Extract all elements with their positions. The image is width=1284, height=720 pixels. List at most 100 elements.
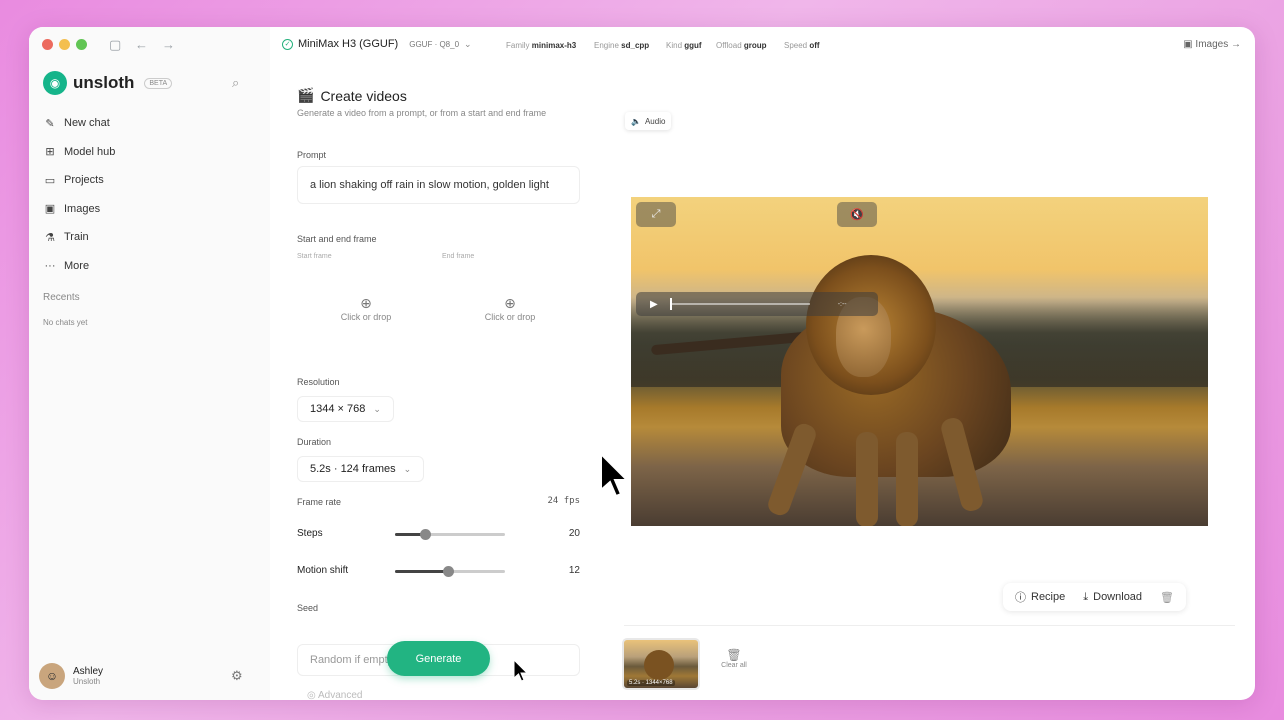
advanced-toggle[interactable]: ◎ Advanced [307,690,362,700]
beta-badge: BETA [144,77,173,89]
model-selector[interactable]: ✓ MiniMax H3 (GGUF) GGUF · Q8_0 ⌄ [282,38,472,50]
lion-leg [896,432,918,526]
sidebar-item-projects[interactable]: ▭ Projects [44,166,254,195]
sidebar-item-new-chat[interactable]: ✎ New chat [44,109,254,138]
sidebar-item-model-hub[interactable]: ⊞ Model hub [44,138,254,167]
check-circle-icon: ✓ [282,38,293,50]
meta-family: Family minimax-h3 [506,41,577,50]
download-button[interactable]: ⤓ Download [1083,591,1142,604]
sidebar: ▢ ← → ◉ unsloth BETA ⌕ ✎ New chat ⊞ Mode… [29,27,270,700]
image-add-icon: ⊕ [504,295,516,311]
page-subtitle: Generate a video from a prompt, or from … [297,108,547,118]
meta-offload: Offload group [716,41,767,50]
user-org: Unsloth [73,677,101,686]
motion-shift-slider[interactable] [395,566,505,577]
delete-button[interactable]: 🗑 [1160,591,1174,604]
clapperboard-icon: 🎬 [297,87,315,103]
grid-icon: ⊞ [45,146,55,159]
seed-label: Seed [297,603,319,613]
gear-icon[interactable]: ⚙ [231,668,243,684]
sidebar-item-images[interactable]: ▣ Images [44,195,254,224]
page-title: 🎬 Create videos [297,87,407,104]
edit-icon: ✎ [45,117,55,130]
fullscreen-button[interactable]: ⤢ [636,202,676,227]
image-icon: ▣ [44,203,56,216]
steps-slider[interactable] [395,529,505,540]
sidebar-item-label: Train [64,231,89,244]
images-link[interactable]: ▣ Images → [1183,39,1241,50]
meta-speed: Speed off [784,41,820,50]
lion-leg [765,421,819,518]
video-progress[interactable] [669,298,810,310]
recipe-button[interactable]: ⓘ Recipe [1015,589,1065,605]
user-profile[interactable]: ☺ Ashley Unsloth [39,663,103,689]
thumbnail-lion [644,650,674,680]
more-icon: ··· [44,259,56,272]
chevron-down-icon: ⌄ [373,403,381,414]
info-icon: ⓘ [1015,592,1026,604]
flask-icon: ⚗ [45,231,55,244]
minimize-window-button[interactable] [59,39,70,50]
folder-icon: ▭ [44,174,56,187]
generate-button[interactable]: Generate [387,641,490,676]
image-icon: ▣ [1183,39,1193,50]
sidebar-item-label: Projects [64,174,104,187]
sloth-logo-icon: ◉ [43,71,67,95]
forward-arrow-icon[interactable]: → [162,37,175,52]
back-arrow-icon[interactable]: ← [135,37,148,52]
recents-heading: Recents [43,292,80,303]
user-name: Ashley [73,666,104,677]
audio-toggle[interactable]: 🔈 Audio [625,112,671,130]
window-controls [42,39,87,50]
sidebar-item-label: More [64,259,90,272]
motion-shift-value: 12 [568,565,580,576]
sidebar-nav: ✎ New chat ⊞ Model hub ▭ Projects ▣ Imag… [44,109,254,280]
maximize-window-button[interactable] [76,39,87,50]
steps-value: 20 [568,528,580,539]
duration-select[interactable]: 5.2s · 124 frames ⌄ [297,456,425,482]
start-frame-label: Start frame [297,253,332,260]
image-add-icon: ⊕ [360,295,372,311]
avatar: ☺ [39,663,65,689]
brand[interactable]: ◉ unsloth BETA [43,71,173,95]
trash-icon: 🗑 [1160,591,1175,604]
slider-knob[interactable] [442,566,454,577]
end-frame-drop[interactable]: ⊕ Click or drop [445,295,575,345]
resolution-select[interactable]: 1344 × 768 ⌄ [297,396,394,422]
chevron-down-icon: ⌄ [403,463,412,474]
sidebar-item-label: Images [64,202,101,215]
sidebar-toggle-icon[interactable]: ▢ [109,37,121,53]
start-frame-drop[interactable]: ⊕ Click or drop [301,295,431,345]
frames-label: Start and end frame [297,234,377,244]
video-player[interactable]: ⤢ 🔇 ▶ -:-- [631,197,1208,526]
video-controls: ▶ -:-- [636,292,878,316]
sidebar-item-train[interactable]: ⚗ Train [44,223,254,252]
play-icon[interactable]: ▶ [650,299,658,310]
brand-name: unsloth [73,73,135,92]
video-time: -:-- [837,300,847,308]
motion-shift-label: Motion shift [297,565,349,576]
search-icon[interactable]: ⌕ [232,75,239,91]
arrow-right-icon: → [1231,39,1241,50]
mute-button[interactable]: 🔇 [837,202,877,227]
model-quant: GGUF · Q8_0 [409,39,460,49]
download-icon: ⤓ [1083,590,1089,603]
create-video-form: 🎬 Create videos Generate a video from a … [297,87,582,700]
video-thumbnail[interactable]: 5.2s · 1344×768 [622,638,700,690]
prompt-input[interactable]: a lion shaking off rain in slow motion, … [297,166,580,204]
thumbnail-label: 5.2s · 1344×768 [627,680,675,686]
video-actions: ⓘ Recipe ⤓ Download 🗑 [1003,583,1187,611]
sidebar-item-label: Model hub [64,145,116,158]
mouse-cursor-icon [600,452,630,498]
app-window: ▢ ← → ◉ unsloth BETA ⌕ ✎ New chat ⊞ Mode… [29,27,1255,700]
mouse-cursor-icon [513,659,529,682]
prompt-label: Prompt [297,150,327,160]
trash-icon: 🗑 [726,648,742,662]
duration-label: Duration [297,437,332,447]
close-window-button[interactable] [42,39,53,50]
steps-label: Steps [297,528,323,539]
clear-all-button[interactable]: 🗑 Clear all [714,648,754,669]
slider-knob[interactable] [419,529,431,540]
divider [624,625,1235,626]
sidebar-item-more[interactable]: ··· More [44,252,254,281]
